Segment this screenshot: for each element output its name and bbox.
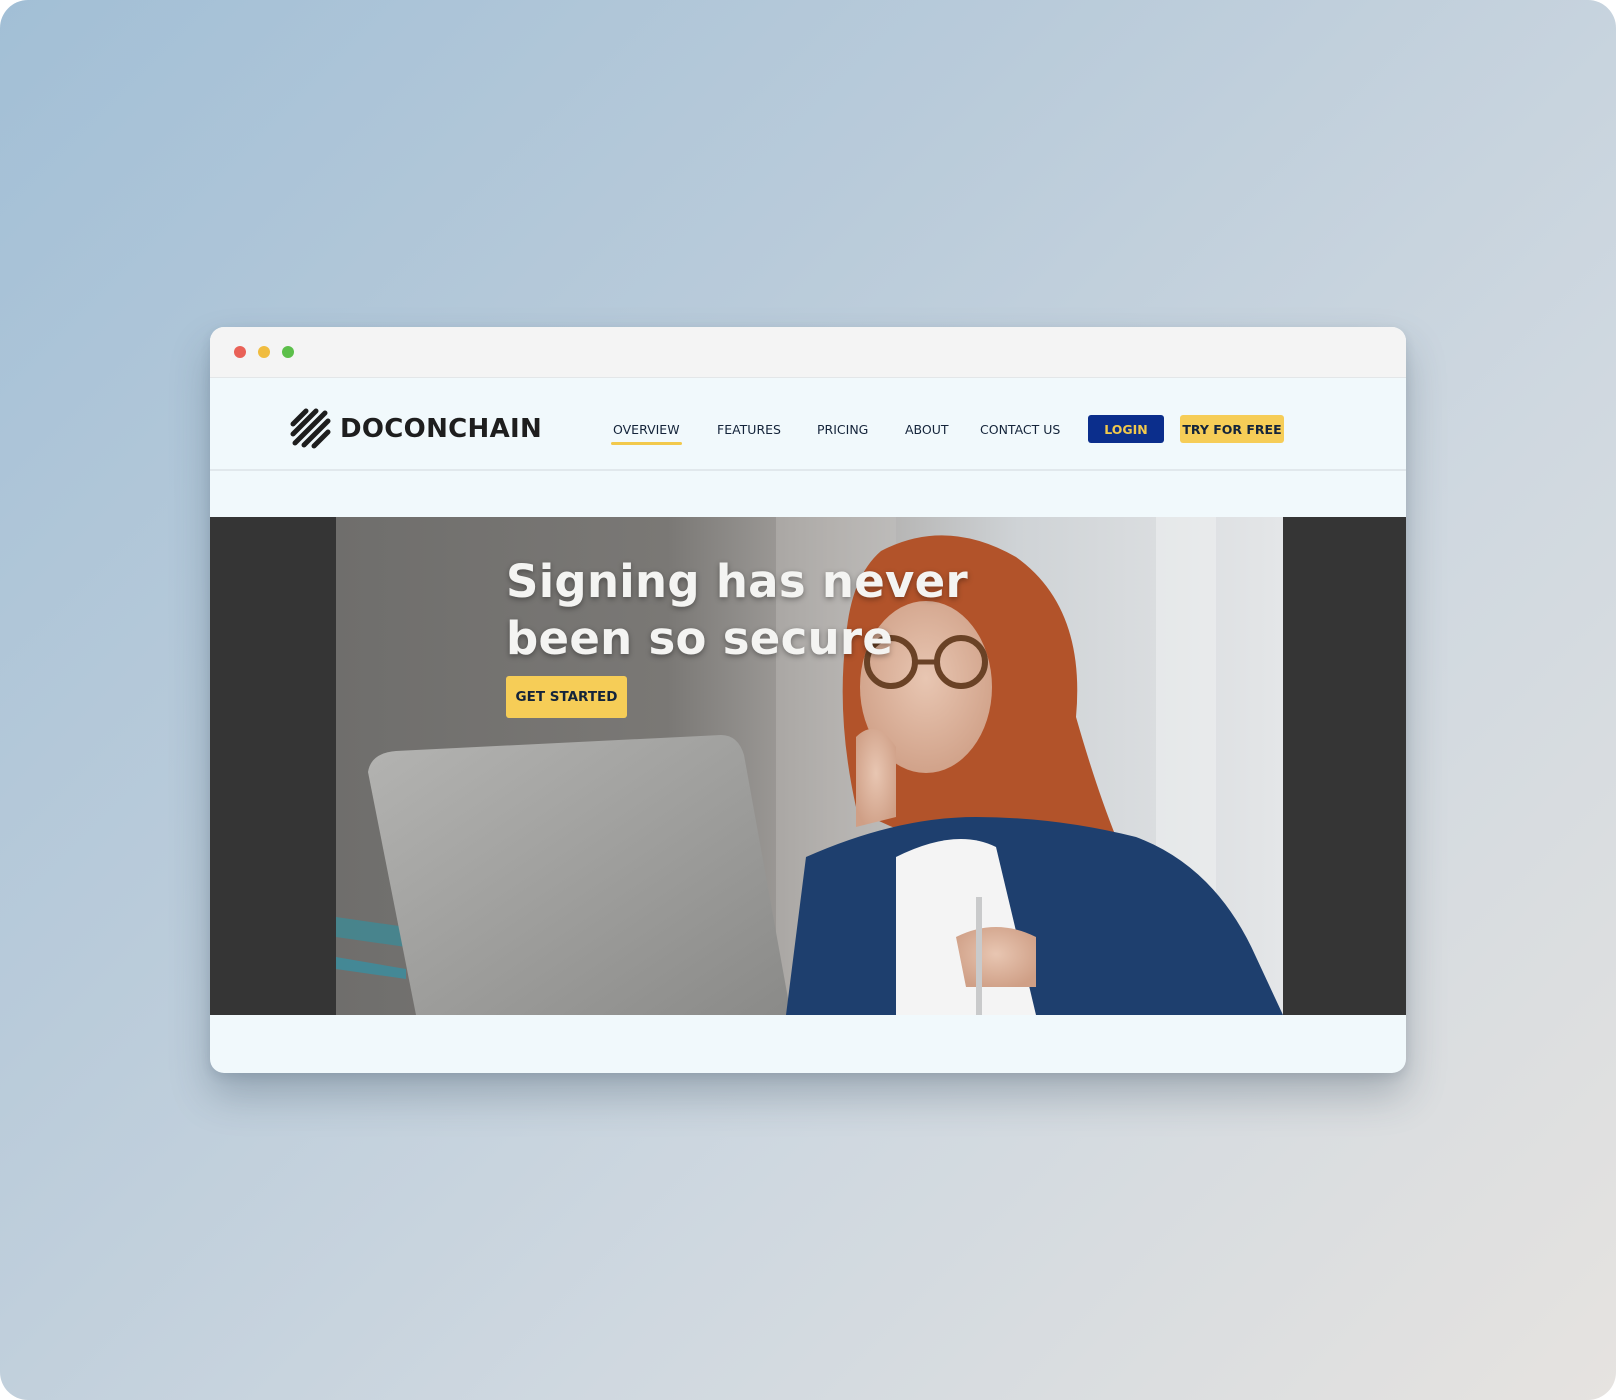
logo-link[interactable]: DOCONCHAIN	[290, 408, 542, 450]
get-started-button[interactable]: GET STARTED	[506, 676, 627, 718]
nav-overview[interactable]: OVERVIEW	[611, 422, 682, 445]
site-header: DOCONCHAIN OVERVIEW FEATURES PRICING ABO…	[210, 378, 1406, 471]
window-titlebar	[210, 327, 1406, 378]
minimize-window-button[interactable]	[258, 346, 270, 358]
maximize-window-button[interactable]	[282, 346, 294, 358]
login-button[interactable]: LOGIN	[1088, 415, 1164, 443]
desktop-background: DOCONCHAIN OVERVIEW FEATURES PRICING ABO…	[0, 0, 1616, 1400]
nav-pricing[interactable]: PRICING	[817, 422, 868, 437]
close-window-button[interactable]	[234, 346, 246, 358]
hero-section: Signing has never been so secure GET STA…	[210, 517, 1406, 1015]
logo-text: DOCONCHAIN	[340, 414, 543, 444]
nav-contact-us[interactable]: CONTACT US	[980, 422, 1060, 437]
nav-about[interactable]: ABOUT	[905, 422, 949, 437]
hero-title: Signing has never been so secure	[506, 555, 968, 665]
logo-icon	[290, 408, 331, 449]
nav-features[interactable]: FEATURES	[717, 422, 781, 437]
hero-image: Signing has never been so secure GET STA…	[336, 517, 1283, 1015]
try-for-free-button[interactable]: TRY FOR FREE	[1180, 415, 1284, 443]
browser-window: DOCONCHAIN OVERVIEW FEATURES PRICING ABO…	[210, 327, 1406, 1073]
